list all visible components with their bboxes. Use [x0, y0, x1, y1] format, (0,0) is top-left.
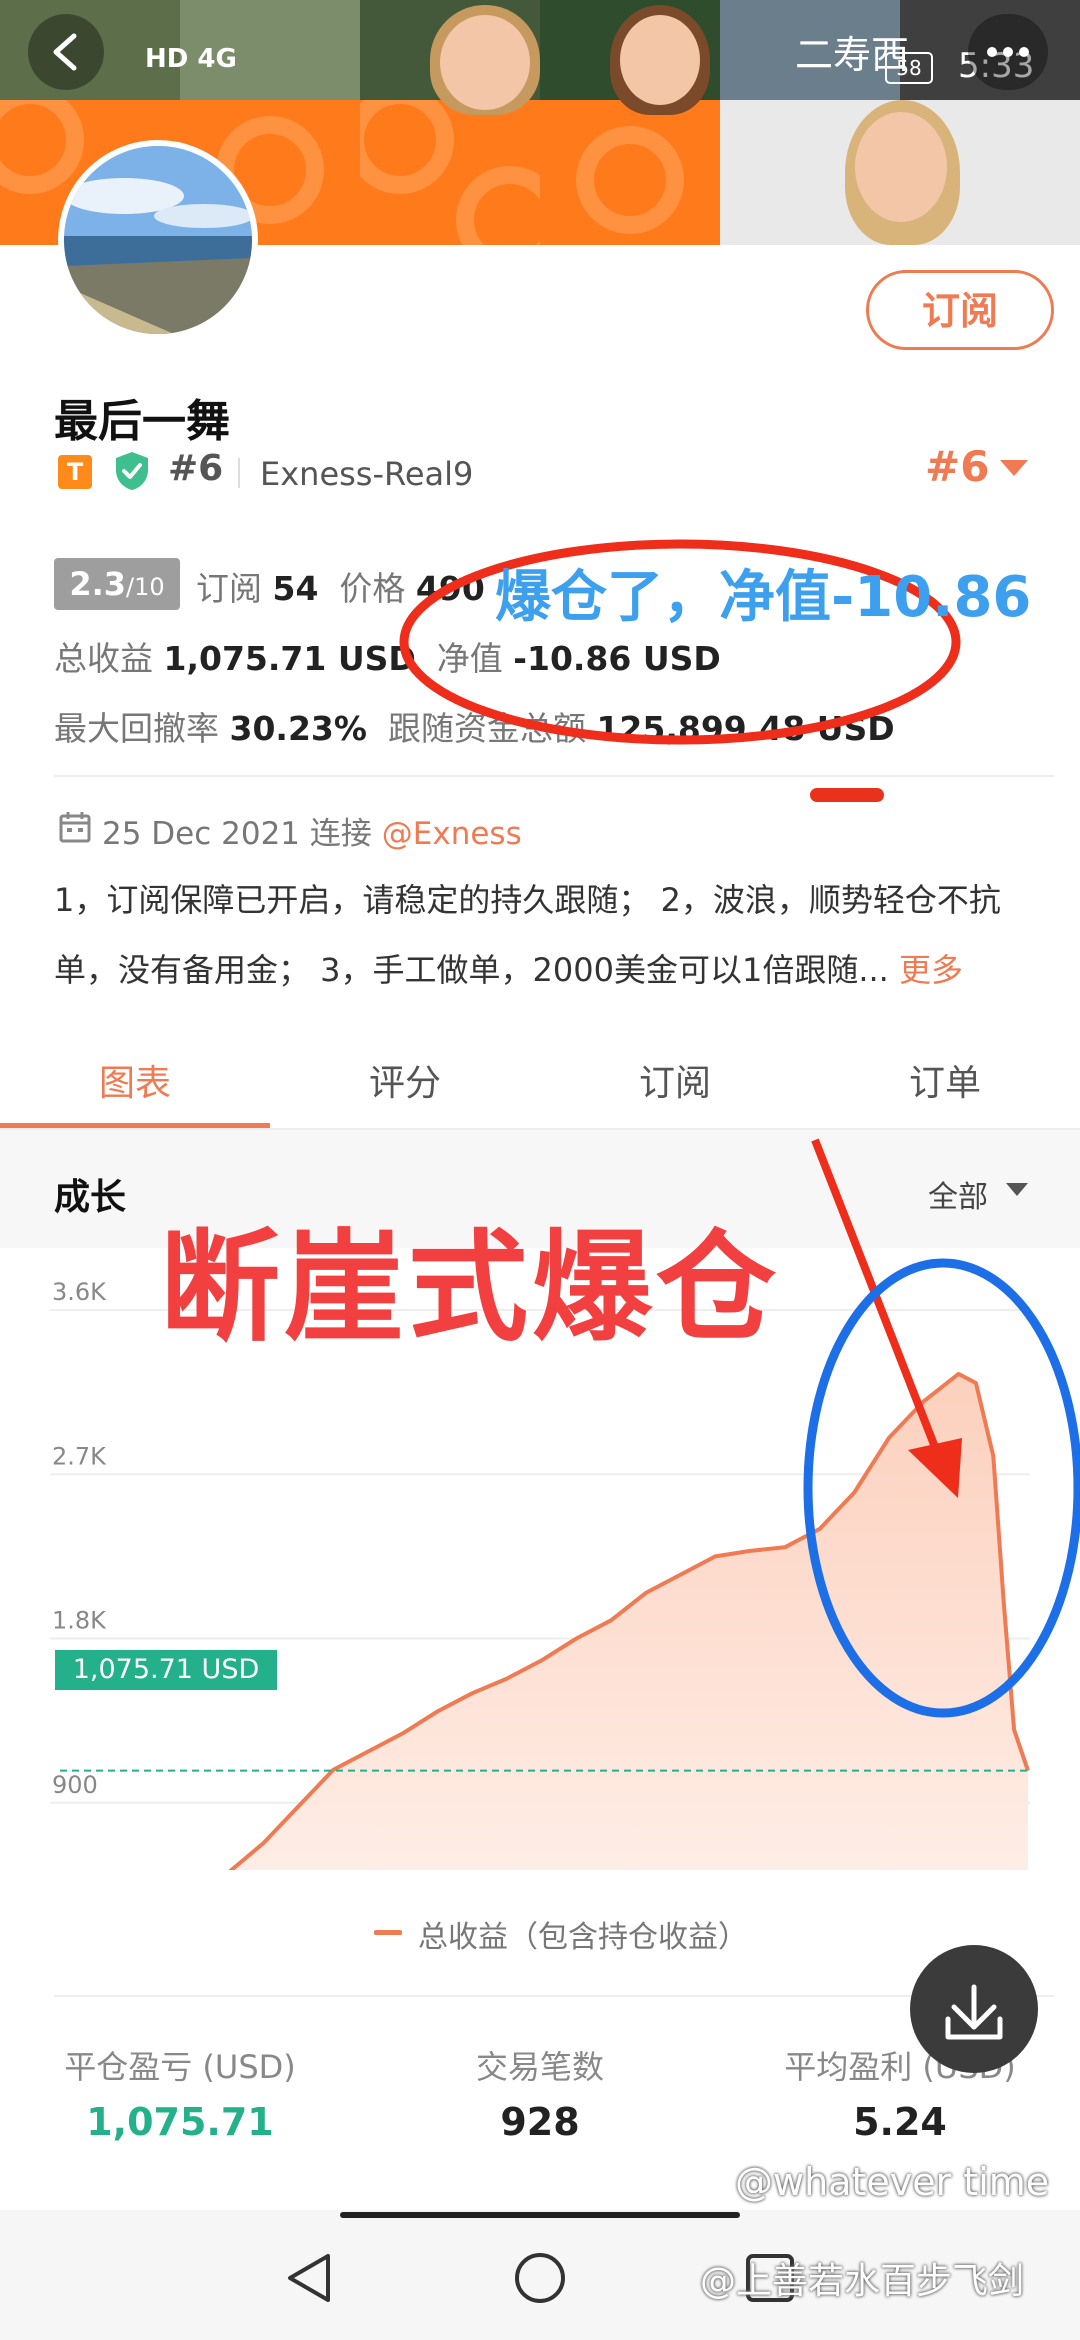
current-value-tag: 1,075.71 USD — [55, 1650, 277, 1690]
growth-title: 成长 — [54, 1177, 127, 1218]
download-icon — [945, 1984, 1003, 2040]
banner-pattern — [576, 126, 684, 234]
divider — [238, 458, 240, 488]
broker-link[interactable]: @Exness — [382, 816, 522, 852]
watermark: @上善若水百步飞剑 — [700, 2261, 1025, 2302]
subscribe-button[interactable]: 订阅 — [866, 270, 1054, 350]
strategy-description: 单，没有备用金； 3，手工做单，2000美金可以1倍跟随... 更多 — [54, 928, 1054, 1012]
more-options-button[interactable] — [968, 14, 1048, 90]
closed-pnl-value: 1,075.71 — [86, 2100, 274, 2144]
strategy-description-line: 单，没有备用金； 3，手工做单，2000美金可以1倍跟随... — [54, 951, 889, 989]
rating-value: 2.3 — [69, 565, 127, 603]
connect-date: 25 Dec 2021 — [102, 816, 301, 852]
legend-swatch — [374, 1930, 402, 1935]
banner-face — [855, 112, 947, 222]
annotation-arrow-circle — [803, 1138, 1080, 1718]
connect-date-line: 25 Dec 2021 连接 @Exness — [102, 808, 522, 853]
annotation-note: 爆仓了，净值-10.86 — [495, 565, 1032, 630]
download-button[interactable] — [910, 1945, 1038, 2073]
subscribe-count-label: 订阅 — [196, 569, 262, 608]
nav-home-icon[interactable] — [512, 2250, 568, 2306]
avg-profit-value: 5.24 — [853, 2100, 947, 2144]
arrow-head-icon — [908, 1438, 962, 1498]
watermark: @whatever time — [735, 2160, 1050, 2204]
verified-shield-icon — [116, 452, 148, 490]
banner-pattern — [360, 100, 540, 245]
annotation-mark — [810, 788, 884, 802]
battery-icon: 58 — [885, 52, 933, 84]
tab-subscribe[interactable]: 订阅 — [540, 1054, 810, 1106]
avatar-image — [64, 146, 252, 334]
rating-max: /10 — [126, 573, 165, 601]
y-tick-label: 2.7K — [52, 1442, 107, 1470]
more-link[interactable]: 更多 — [899, 951, 963, 989]
back-button[interactable] — [28, 14, 104, 90]
server-name: Exness-Real9 — [260, 455, 474, 493]
trade-count-value: 928 — [500, 2100, 580, 2144]
tab-bar: 图表 评分 订阅 订单 — [0, 1040, 1080, 1130]
tab-rating[interactable]: 评分 — [270, 1054, 540, 1106]
legend-label: 总收益（包含持仓收益） — [418, 1920, 748, 1955]
gesture-handle — [340, 2212, 740, 2218]
tab-orders[interactable]: 订单 — [810, 1054, 1080, 1106]
rank-label: #6 — [168, 448, 224, 489]
chevron-left-icon — [53, 33, 77, 71]
caret-down-icon[interactable] — [1000, 460, 1028, 476]
rating-score: 2.3/10 — [54, 558, 180, 610]
rank-selector[interactable]: #6 — [925, 442, 989, 491]
connect-label: 连接 — [309, 816, 372, 852]
banner-face — [620, 15, 700, 105]
trade-count-label: 交易笔数 — [475, 2048, 604, 2086]
total-profit-label: 总收益 — [54, 639, 153, 678]
divider — [54, 1995, 1054, 1997]
y-tick-label: 900 — [52, 1771, 98, 1799]
annotation-headline: 断崖式爆仓 — [160, 1219, 780, 1358]
drawdown-value: 30.23% — [229, 709, 367, 748]
dots-icon — [987, 47, 1029, 57]
subscribe-count: 54 — [272, 569, 319, 608]
avatar[interactable] — [58, 140, 258, 340]
network-indicator: HD 4G — [145, 44, 237, 74]
nav-back-icon[interactable] — [282, 2250, 338, 2306]
trader-level-badge: T — [58, 455, 92, 489]
tab-chart[interactable]: 图表 — [0, 1054, 270, 1106]
calendar-icon — [59, 812, 91, 843]
drawdown-label: 最大回撤率 — [54, 709, 219, 748]
divider — [54, 775, 1054, 777]
total-profit-value: 1,075.71 USD — [163, 639, 416, 678]
banner-face — [440, 15, 530, 110]
y-tick-label: 1.8K — [52, 1607, 107, 1635]
trader-name: 最后一舞 — [54, 396, 230, 447]
closed-pnl-label: 平仓盈亏 (USD) — [64, 2048, 296, 2086]
y-tick-label: 3.6K — [52, 1278, 107, 1306]
